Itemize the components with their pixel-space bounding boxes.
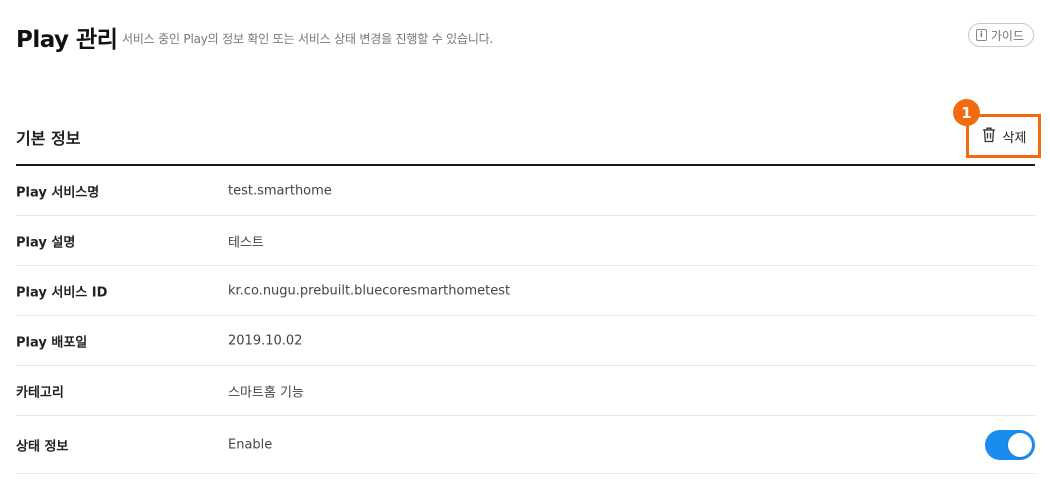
table-row: 카테고리 스마트홈 기능 bbox=[16, 366, 1035, 416]
table-row: 상태 정보 Enable bbox=[16, 416, 1035, 474]
row-value: 2019.10.02 bbox=[228, 333, 303, 348]
table-row: Play 서비스명 test.smarthome bbox=[16, 166, 1035, 216]
guide-button[interactable]: i 가이드 bbox=[967, 23, 1034, 47]
delete-button-label: 삭제 bbox=[1002, 130, 1027, 146]
toggle-knob bbox=[1008, 432, 1032, 457]
page-description: 서비스 중인 Play의 정보 확인 또는 서비스 상태 변경을 진행할 수 있… bbox=[122, 32, 494, 46]
callout-badge: 1 bbox=[953, 99, 980, 126]
table-row: Play 서비스 ID kr.co.nugu.prebuilt.bluecore… bbox=[16, 266, 1035, 316]
trash-icon bbox=[981, 126, 997, 147]
status-toggle[interactable] bbox=[985, 429, 1035, 460]
row-label: 카테고리 bbox=[16, 385, 64, 400]
row-label: Play 서비스명 bbox=[16, 185, 100, 200]
row-value: kr.co.nugu.prebuilt.bluecoresmarthometes… bbox=[228, 283, 511, 298]
row-label: Play 서비스 ID bbox=[16, 285, 108, 300]
row-value: test.smarthome bbox=[228, 183, 332, 198]
info-table: Play 서비스명 test.smarthome Play 설명 테스트 Pla… bbox=[16, 166, 1035, 474]
table-row: Play 설명 테스트 bbox=[16, 216, 1035, 266]
guide-button-label: 가이드 bbox=[990, 28, 1024, 43]
row-label: Play 설명 bbox=[16, 235, 76, 250]
info-icon: i bbox=[975, 29, 987, 41]
section-title: 기본 정보 bbox=[16, 129, 81, 148]
page-header: Play 관리 서비스 중인 Play의 정보 확인 또는 서비스 상태 변경을… bbox=[16, 20, 1034, 56]
row-label: Play 배포일 bbox=[16, 335, 88, 350]
row-label: 상태 정보 bbox=[16, 439, 69, 454]
row-value: 스마트홈 기능 bbox=[228, 385, 304, 400]
table-row: Play 배포일 2019.10.02 bbox=[16, 316, 1035, 366]
page-title: Play 관리 bbox=[16, 27, 118, 53]
row-value: 테스트 bbox=[228, 235, 264, 250]
status-value: Enable bbox=[228, 437, 273, 452]
